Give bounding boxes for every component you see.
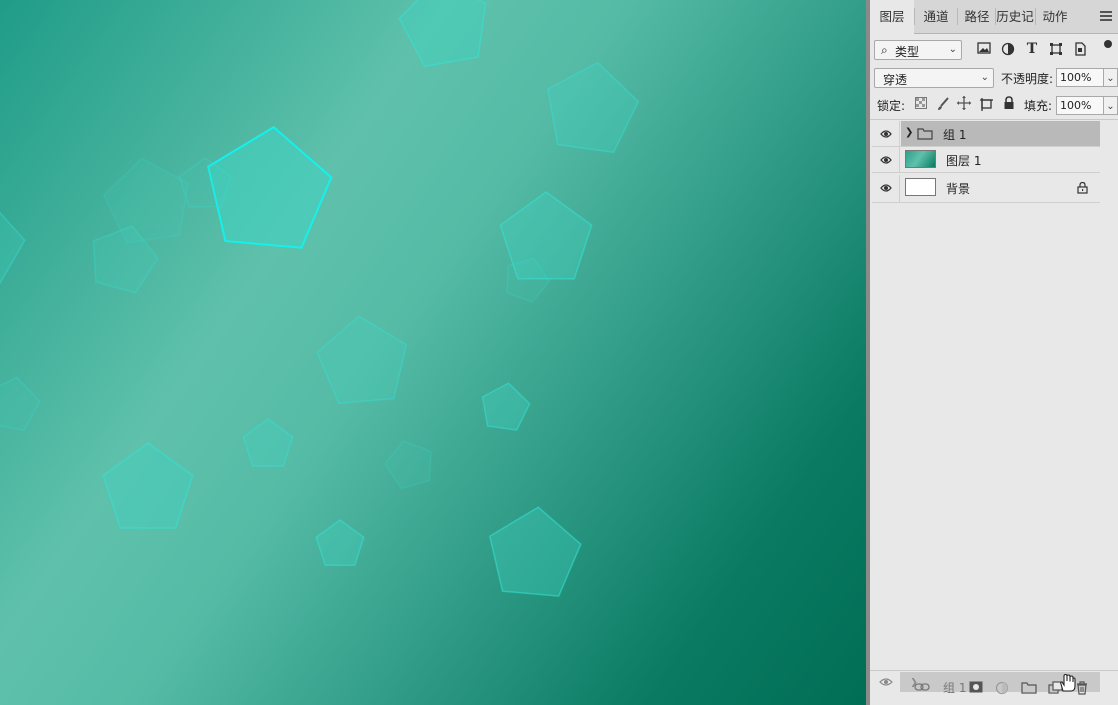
expand-chevron-icon[interactable]: ❯ — [905, 127, 913, 138]
layers-panel-footer: ❯ 组 1 — [870, 670, 1118, 705]
layers-panel: 图层 通道 路径 历史记 动作 ⌕ 类型 ⌄ T 穿透 ⌄ 不透明度: 100%… — [870, 0, 1118, 705]
visibility-eye-icon[interactable] — [872, 121, 900, 147]
pentagon-shape — [315, 519, 365, 566]
image-filter-icon[interactable] — [976, 42, 992, 58]
tab-history[interactable]: 历史记 — [996, 0, 1034, 33]
tab-paths[interactable]: 路径 — [958, 0, 996, 33]
layer-name: 图层 1 — [946, 154, 982, 168]
layer-row-layer-1[interactable]: 图层 1 — [872, 147, 1100, 173]
lock-transparent-icon[interactable] — [913, 97, 929, 113]
adjustment-filter-icon[interactable] — [1000, 42, 1016, 58]
panel-menu-icon[interactable] — [1098, 9, 1114, 23]
pentagon-shape — [102, 442, 194, 529]
layer-thumbnail — [905, 150, 936, 168]
pentagon-shape — [102, 157, 190, 244]
magnifier-icon: ⌕ — [881, 43, 888, 57]
add-mask-icon[interactable] — [968, 681, 984, 695]
smart-object-filter-icon[interactable] — [1072, 42, 1088, 58]
chevron-down-icon: ⌄ — [980, 72, 989, 83]
layer-row-background[interactable]: 背景 — [872, 175, 1100, 203]
adjustment-layer-icon[interactable] — [994, 681, 1010, 695]
filter-type-dropdown[interactable]: ⌕ 类型 ⌄ — [874, 40, 962, 60]
link-layers-icon[interactable] — [914, 681, 930, 695]
filter-type-value: 类型 — [895, 45, 920, 59]
layer-name: 组 1 — [943, 128, 967, 142]
lock-position-icon[interactable] — [956, 96, 972, 112]
folder-icon — [917, 127, 933, 143]
pentagon-shape — [316, 315, 408, 405]
opacity-input[interactable]: 100% — [1056, 68, 1104, 87]
new-group-icon[interactable] — [1021, 681, 1037, 695]
opacity-label: 不透明度: — [1001, 72, 1054, 86]
fill-label: 填充: — [1024, 99, 1053, 113]
delete-icon[interactable] — [1074, 681, 1090, 695]
visibility-eye-icon[interactable] — [872, 175, 900, 203]
pentagon-shape — [488, 506, 582, 597]
layer-row-group-1[interactable]: ❯ 组 1 — [872, 121, 1100, 147]
pentagon-shape — [0, 376, 41, 432]
pentagon-shape — [398, 0, 487, 68]
drag-ghost-name: 组 1 — [943, 681, 967, 695]
layer-thumbnail — [905, 178, 936, 196]
pentagon-shape — [242, 418, 294, 467]
lock-label: 锁定: — [877, 99, 906, 113]
tab-channels[interactable]: 通道 — [916, 0, 956, 33]
blend-mode-value: 穿透 — [883, 73, 908, 87]
layer-lock-icon — [1077, 181, 1088, 197]
document-canvas[interactable] — [0, 0, 866, 705]
type-filter-icon[interactable]: T — [1024, 41, 1040, 57]
panel-tab-bar: 图层 通道 路径 历史记 动作 — [870, 0, 1118, 34]
pentagon-shape — [0, 211, 26, 285]
tab-actions[interactable]: 动作 — [1036, 0, 1074, 33]
blend-mode-dropdown[interactable]: 穿透 ⌄ — [874, 68, 994, 88]
opacity-chevron-icon[interactable]: ⌄ — [1104, 68, 1118, 87]
layer-name: 背景 — [946, 182, 971, 196]
shape-filter-icon[interactable] — [1048, 42, 1064, 58]
lock-image-icon[interactable] — [935, 97, 951, 113]
hand-cursor-icon — [1057, 673, 1076, 692]
lock-artboard-icon[interactable] — [978, 97, 994, 113]
fill-chevron-icon[interactable]: ⌄ — [1104, 96, 1118, 115]
tab-layers[interactable]: 图层 — [870, 0, 914, 34]
chevron-down-icon: ⌄ — [948, 44, 957, 55]
lock-all-icon[interactable] — [1001, 96, 1017, 112]
pentagon-artwork — [0, 0, 640, 597]
pentagon-shape — [481, 382, 531, 431]
fill-input[interactable]: 100% — [1056, 96, 1104, 115]
visibility-eye-icon[interactable] — [872, 147, 900, 173]
pentagon-shape — [547, 61, 640, 154]
ghost-eye-icon — [878, 676, 894, 690]
filter-toggle-icon[interactable] — [1104, 40, 1112, 48]
pentagon-shape — [384, 440, 432, 490]
